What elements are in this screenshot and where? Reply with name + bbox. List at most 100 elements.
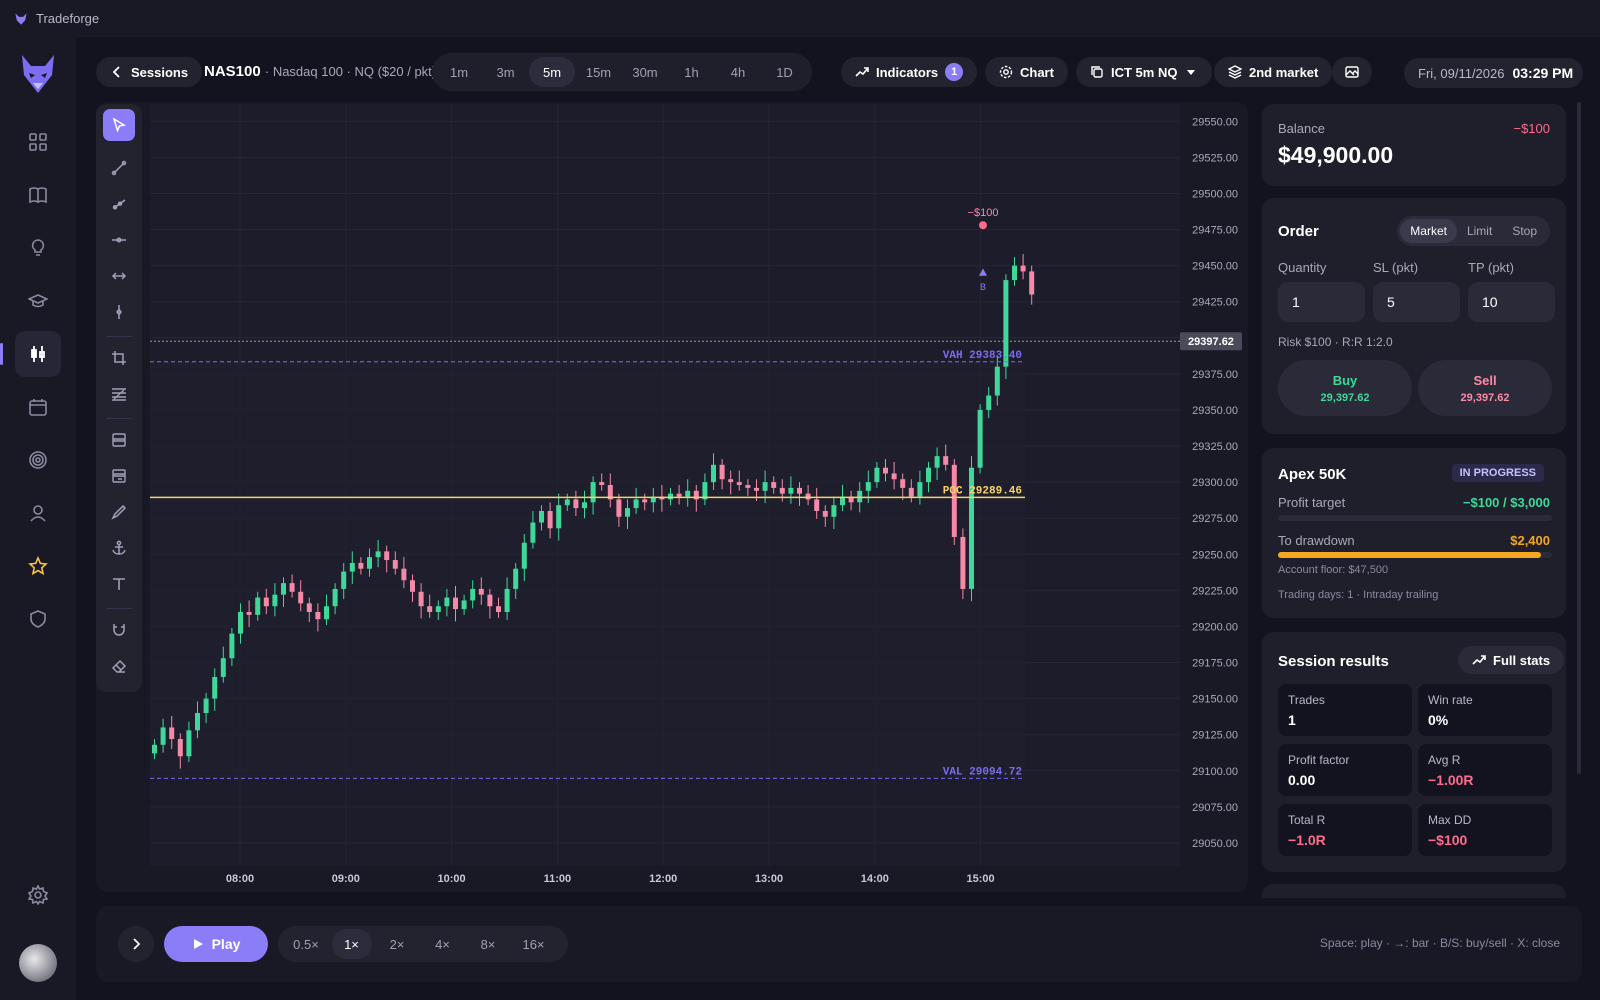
- drawdown-progress: [1278, 552, 1552, 558]
- fib-levels-icon: [112, 388, 126, 401]
- brush-tool-button[interactable]: [103, 496, 135, 528]
- challenge-meta: Trading days: 1 · Intraday trailing: [1278, 589, 1439, 601]
- candle-body: [324, 606, 329, 620]
- sidebar-item-settings[interactable]: [15, 872, 61, 918]
- speed-option[interactable]: 16×: [514, 929, 554, 959]
- fibonacci-tool-button[interactable]: [103, 378, 135, 410]
- sl-field[interactable]: 5: [1373, 282, 1460, 322]
- long-position-tool-button[interactable]: [103, 424, 135, 456]
- eraser-tool-button[interactable]: [103, 650, 135, 682]
- second-market-button[interactable]: 2nd market: [1214, 57, 1333, 87]
- trendline-icon: [111, 160, 127, 176]
- candle-body: [728, 479, 734, 483]
- timeframe-1m[interactable]: 1m: [436, 57, 482, 87]
- time-tick-label: 09:00: [332, 873, 360, 885]
- speed-selector: 0.5× 1× 2× 4× 8× 16×: [278, 926, 568, 962]
- price-chart[interactable]: 29550.00 29525.00 29500.00 29475.00 29450.00…: [150, 104, 1246, 892]
- candle-body: [857, 490, 863, 503]
- order-type-limit[interactable]: Limit: [1457, 219, 1502, 243]
- timeframe-1D[interactable]: 1D: [762, 57, 808, 87]
- ray-icon: [112, 199, 126, 210]
- candle-body: [238, 612, 243, 634]
- timeframe-3m[interactable]: 3m: [483, 57, 529, 87]
- vertical-line-tool-button[interactable]: [103, 296, 135, 328]
- text-tool-button[interactable]: [103, 568, 135, 600]
- short-position-tool-button[interactable]: [103, 460, 135, 492]
- template-dropdown[interactable]: ICT 5m NQ: [1076, 57, 1213, 87]
- candle-body: [410, 580, 415, 592]
- screenshot-button[interactable]: [1332, 57, 1372, 87]
- drawdown-value: $2,400: [1510, 533, 1550, 548]
- play-icon: [193, 939, 203, 949]
- timeframe-1h[interactable]: 1h: [669, 57, 715, 87]
- current-time: 03:29 PM: [1512, 65, 1574, 81]
- timeframe-30m[interactable]: 30m: [622, 57, 668, 87]
- speed-option[interactable]: 8×: [468, 929, 508, 959]
- drawing-toolbar: [96, 104, 142, 692]
- ray-tool-button[interactable]: [103, 188, 135, 220]
- sidebar-item-security[interactable]: [15, 596, 61, 642]
- quantity-field[interactable]: 1: [1278, 282, 1365, 322]
- tp-field[interactable]: 10: [1468, 282, 1555, 322]
- speed-option[interactable]: 4×: [423, 929, 463, 959]
- indicators-button[interactable]: Indicators 1: [841, 57, 978, 87]
- stat-value: −1.00R: [1428, 772, 1474, 788]
- candle-body: [367, 557, 372, 569]
- sidebar-item-dashboard[interactable]: [15, 119, 61, 165]
- speed-option[interactable]: 2×: [377, 929, 417, 959]
- expand-button[interactable]: [118, 926, 154, 962]
- cursor-tool-button[interactable]: [103, 109, 135, 141]
- sidebar-item-academy[interactable]: [15, 278, 61, 324]
- sidebar-item-ideas[interactable]: [15, 225, 61, 271]
- sidebar-item-journal[interactable]: [15, 172, 61, 218]
- order-title: Order: [1278, 223, 1319, 240]
- rectangle-tool-button[interactable]: [103, 342, 135, 374]
- playback-bar: Play 0.5× 1× 2× 4× 8× 16× Space: play · →: ba…: [96, 906, 1582, 982]
- candle-body: [487, 594, 493, 607]
- sidebar-item-goals[interactable]: [15, 437, 61, 483]
- right-panel-scrollbar[interactable]: [1577, 102, 1581, 774]
- order-type-market[interactable]: Market: [1400, 219, 1457, 243]
- horizontal-line-tool-button[interactable]: [103, 224, 135, 256]
- timeframe-4h[interactable]: 4h: [715, 57, 761, 87]
- candle-body: [831, 505, 837, 517]
- candle-body: [564, 499, 570, 506]
- price-tick-label: 29125.00: [1192, 730, 1238, 742]
- candle-body: [668, 493, 673, 500]
- price-tick-label: 29375.00: [1192, 369, 1238, 381]
- balance-value: $49,900.00: [1278, 142, 1394, 168]
- chart-settings-button[interactable]: Chart: [985, 57, 1068, 87]
- speed-option[interactable]: 0.5×: [286, 929, 326, 959]
- timeframe-5m[interactable]: 5m: [529, 57, 575, 87]
- price-tick-label: 29225.00: [1192, 585, 1238, 597]
- sidebar-item-favorites[interactable]: [15, 543, 61, 589]
- sidebar-item-replay[interactable]: [0, 331, 61, 377]
- trendline-tool-button[interactable]: [103, 152, 135, 184]
- candle-body: [797, 487, 802, 494]
- risk-summary: Risk $100 · R:R 1:2.0: [1278, 335, 1393, 349]
- play-button[interactable]: Play: [164, 926, 268, 962]
- short-position-icon: [112, 469, 126, 483]
- full-stats-button[interactable]: Full stats: [1458, 646, 1565, 674]
- timeframe-15m[interactable]: 15m: [576, 57, 622, 87]
- sidebar-item-profile[interactable]: [15, 490, 61, 536]
- sell-button[interactable]: Sell 29,397.62: [1418, 360, 1552, 416]
- graduation-cap-icon: [28, 294, 48, 308]
- sidebar-item-calendar[interactable]: [15, 384, 61, 430]
- order-type-stop[interactable]: Stop: [1502, 219, 1547, 243]
- candle-body: [1020, 265, 1026, 272]
- avatar[interactable]: [19, 944, 57, 982]
- candle-body: [341, 571, 347, 589]
- fox-logo-icon[interactable]: [18, 53, 58, 95]
- value-area-shading: [150, 361, 1025, 779]
- buy-button[interactable]: Buy 29,397.62: [1278, 360, 1412, 416]
- horizontal-ray-tool-button[interactable]: [103, 260, 135, 292]
- candle-body: [685, 490, 691, 497]
- magnet-tool-button[interactable]: [103, 614, 135, 646]
- anchor-tool-button[interactable]: [103, 532, 135, 564]
- time-tick-label: 12:00: [649, 873, 677, 885]
- speed-option[interactable]: 1×: [331, 929, 372, 959]
- target-icon: [29, 451, 47, 469]
- sessions-back-button[interactable]: Sessions: [96, 57, 203, 87]
- sell-price: 29,397.62: [1460, 391, 1510, 404]
